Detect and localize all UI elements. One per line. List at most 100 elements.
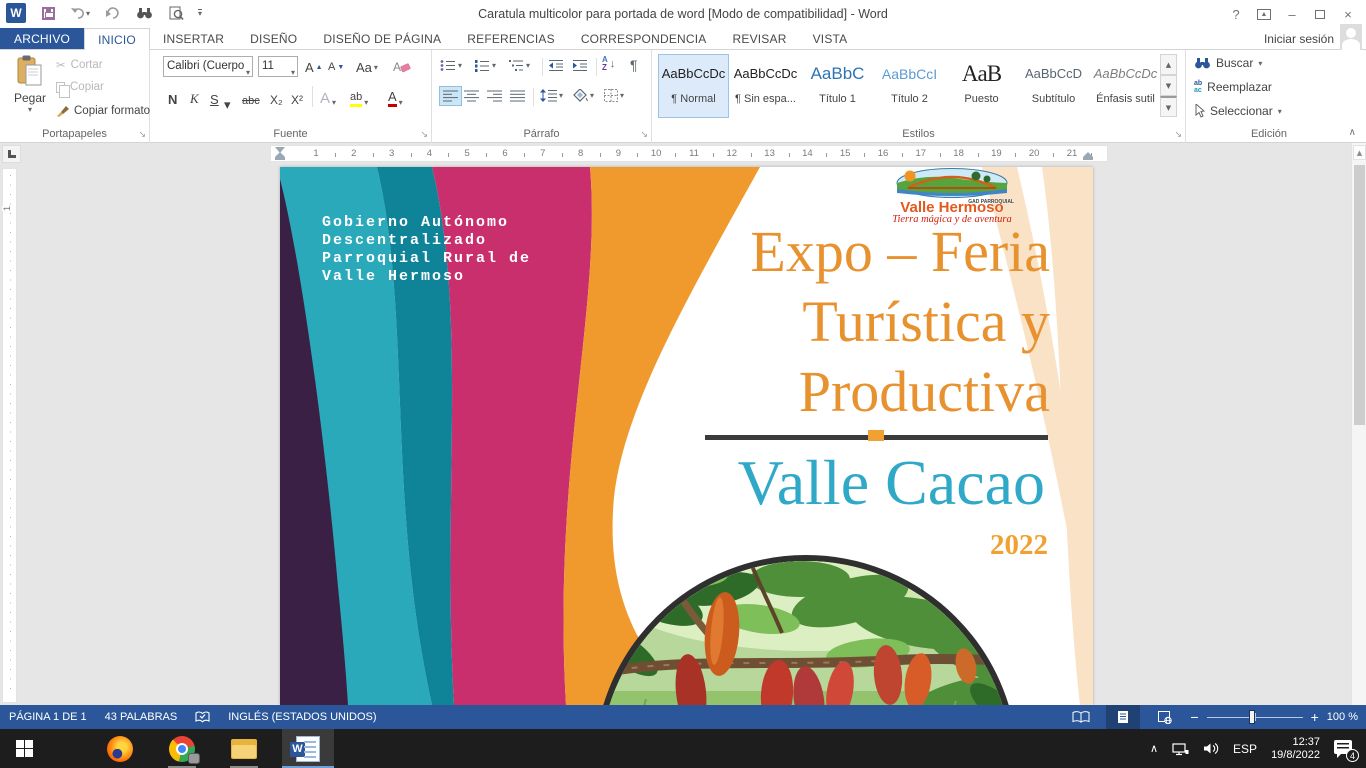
clear-formatting-button[interactable]: A xyxy=(393,57,411,77)
word-count[interactable]: 43 PALABRAS xyxy=(105,711,178,723)
paste-button[interactable]: Pegar ▾ xyxy=(8,55,52,129)
zoom-slider[interactable] xyxy=(1207,705,1303,729)
start-button[interactable] xyxy=(0,729,48,768)
tab-diseno[interactable]: DISEÑO xyxy=(237,28,310,49)
style-sin-espaciado[interactable]: AaBbCcDc ¶ Sin espa... xyxy=(730,54,801,118)
justify-button[interactable] xyxy=(510,90,525,102)
font-name-dropdown-icon[interactable]: ▾ xyxy=(246,63,250,77)
subscript-button[interactable]: X₂ xyxy=(270,86,283,107)
underline-dropdown-icon[interactable]: ▾ xyxy=(224,92,231,113)
tab-diseno-pagina[interactable]: DISEÑO DE PÁGINA xyxy=(310,28,454,49)
copy-button[interactable]: Copiar xyxy=(56,81,104,93)
tab-stop-selector[interactable] xyxy=(2,145,21,163)
read-mode-button[interactable] xyxy=(1064,705,1098,729)
multilevel-list-button[interactable]: ▾ xyxy=(508,59,530,72)
align-left-button[interactable] xyxy=(440,87,461,105)
clock[interactable]: 12:37 19/8/2022 xyxy=(1271,736,1320,762)
text-effects-button[interactable]: A▾ xyxy=(320,86,336,107)
underline-button[interactable]: S xyxy=(210,86,219,107)
font-color-button[interactable]: A▾ xyxy=(388,86,403,107)
italic-button[interactable]: K xyxy=(190,86,199,107)
restore-icon[interactable] xyxy=(1306,0,1334,28)
format-painter-button[interactable]: Copiar formato xyxy=(56,104,150,117)
style-titulo-1[interactable]: AaBbC Título 1 xyxy=(802,54,873,118)
dialog-launcher-icon[interactable]: ↘ xyxy=(640,130,648,140)
change-case-button[interactable]: Aa▾ xyxy=(356,57,378,77)
find-button[interactable]: Buscar ▾ xyxy=(1194,56,1262,70)
align-center-button[interactable] xyxy=(464,90,479,102)
scroll-up-icon[interactable]: ▲ xyxy=(1353,145,1366,160)
paste-dropdown-icon[interactable]: ▾ xyxy=(8,105,52,114)
network-icon[interactable] xyxy=(1172,742,1189,756)
style-titulo-2[interactable]: AaBbCcI Título 2 xyxy=(874,54,945,118)
numbering-button[interactable]: ▾ xyxy=(474,59,496,72)
ribbon-display-options-icon[interactable]: ▲ xyxy=(1250,0,1278,28)
hanging-indent-marker[interactable] xyxy=(275,152,285,160)
highlight-button[interactable]: ab▾ xyxy=(350,86,368,107)
proofing-icon[interactable] xyxy=(195,711,210,724)
gallery-down-icon[interactable]: ▼ xyxy=(1160,75,1177,96)
gallery-more-icon[interactable]: ▼ xyxy=(1160,96,1177,117)
line-spacing-button[interactable]: ▾ xyxy=(540,89,563,102)
decrease-indent-button[interactable] xyxy=(548,59,564,72)
minimize-icon[interactable]: – xyxy=(1278,0,1306,28)
zoom-in-icon[interactable]: + xyxy=(1311,706,1319,728)
dialog-launcher-icon[interactable]: ↘ xyxy=(420,130,428,140)
shrink-font-button[interactable]: A▼ xyxy=(328,57,344,77)
select-button[interactable]: Seleccionar ▾ xyxy=(1194,104,1282,118)
tab-inicio[interactable]: INICIO xyxy=(84,28,150,50)
shading-button[interactable]: ▾ xyxy=(572,89,594,102)
font-size-combo[interactable]: 11 ▾ xyxy=(258,56,298,77)
show-hidden-icons[interactable]: ∧ xyxy=(1150,742,1158,755)
help-icon[interactable]: ? xyxy=(1222,0,1250,28)
tab-correspondencia[interactable]: CORRESPONDENCIA xyxy=(568,28,720,49)
show-marks-button[interactable]: ¶ xyxy=(630,57,638,73)
sign-in-link[interactable]: Iniciar sesión xyxy=(1264,28,1334,50)
style-puesto[interactable]: AaB Puesto xyxy=(946,54,1017,118)
avatar[interactable] xyxy=(1340,24,1362,50)
taskbar-word[interactable]: W xyxy=(282,729,334,768)
scrollbar-thumb[interactable] xyxy=(1354,165,1365,425)
borders-button[interactable]: ▾ xyxy=(604,89,624,102)
action-center-icon[interactable]: 4 xyxy=(1334,739,1356,759)
strikethrough-button[interactable]: abc xyxy=(242,86,260,107)
document-page[interactable]: Gobierno Autónomo Descentralizado Parroq… xyxy=(280,167,1093,705)
grow-font-button[interactable]: A▲ xyxy=(305,57,323,77)
collapse-ribbon-icon[interactable]: ∧ xyxy=(1349,127,1356,138)
align-right-button[interactable] xyxy=(487,90,502,102)
style-subtitulo[interactable]: AaBbCcD Subtítulo xyxy=(1018,54,1089,118)
zoom-slider-thumb[interactable] xyxy=(1249,710,1255,724)
style-normal[interactable]: AaBbCcDc ¶ Normal xyxy=(658,54,729,118)
gallery-up-icon[interactable]: ▲ xyxy=(1160,54,1177,75)
taskbar-chrome[interactable] xyxy=(158,729,206,768)
tab-vista[interactable]: VISTA xyxy=(800,28,861,49)
tab-insertar[interactable]: INSERTAR xyxy=(150,28,237,49)
web-layout-button[interactable] xyxy=(1148,705,1182,729)
tab-revisar[interactable]: REVISAR xyxy=(720,28,800,49)
page-count[interactable]: PÁGINA 1 DE 1 xyxy=(9,711,87,723)
taskbar-explorer[interactable] xyxy=(220,729,268,768)
font-size-dropdown-icon[interactable]: ▾ xyxy=(291,63,295,77)
font-name-combo[interactable]: Calibri (Cuerpo ▾ xyxy=(163,56,253,77)
zoom-out-icon[interactable]: − xyxy=(1190,706,1198,728)
print-layout-button[interactable] xyxy=(1106,705,1140,729)
increase-indent-button[interactable] xyxy=(572,59,588,72)
dialog-launcher-icon[interactable]: ↘ xyxy=(138,130,146,140)
taskbar-firefox[interactable] xyxy=(96,729,144,768)
bold-button[interactable]: N xyxy=(168,86,177,107)
cut-button[interactable]: ✂ Cortar xyxy=(56,58,103,72)
dialog-launcher-icon[interactable]: ↘ xyxy=(1174,130,1182,140)
sort-button[interactable]: AZ ↓ xyxy=(602,56,615,72)
replace-button[interactable]: abac Reemplazar xyxy=(1194,80,1272,94)
style-enfasis-sutil[interactable]: AaBbCcDc Énfasis sutil xyxy=(1090,54,1161,118)
tab-archivo[interactable]: ARCHIVO xyxy=(0,28,84,49)
tab-referencias[interactable]: REFERENCIAS xyxy=(454,28,568,49)
zoom-level[interactable]: 100 % xyxy=(1327,711,1358,723)
superscript-button[interactable]: X² xyxy=(291,86,303,107)
speaker-icon[interactable] xyxy=(1203,742,1219,755)
language-indicator[interactable]: ESP xyxy=(1233,742,1257,756)
vertical-scrollbar[interactable]: ▲ xyxy=(1351,143,1366,705)
language-status[interactable]: INGLÉS (ESTADOS UNIDOS) xyxy=(228,711,376,723)
bullets-button[interactable]: ▾ xyxy=(440,59,462,72)
right-indent-marker[interactable] xyxy=(1083,152,1093,160)
